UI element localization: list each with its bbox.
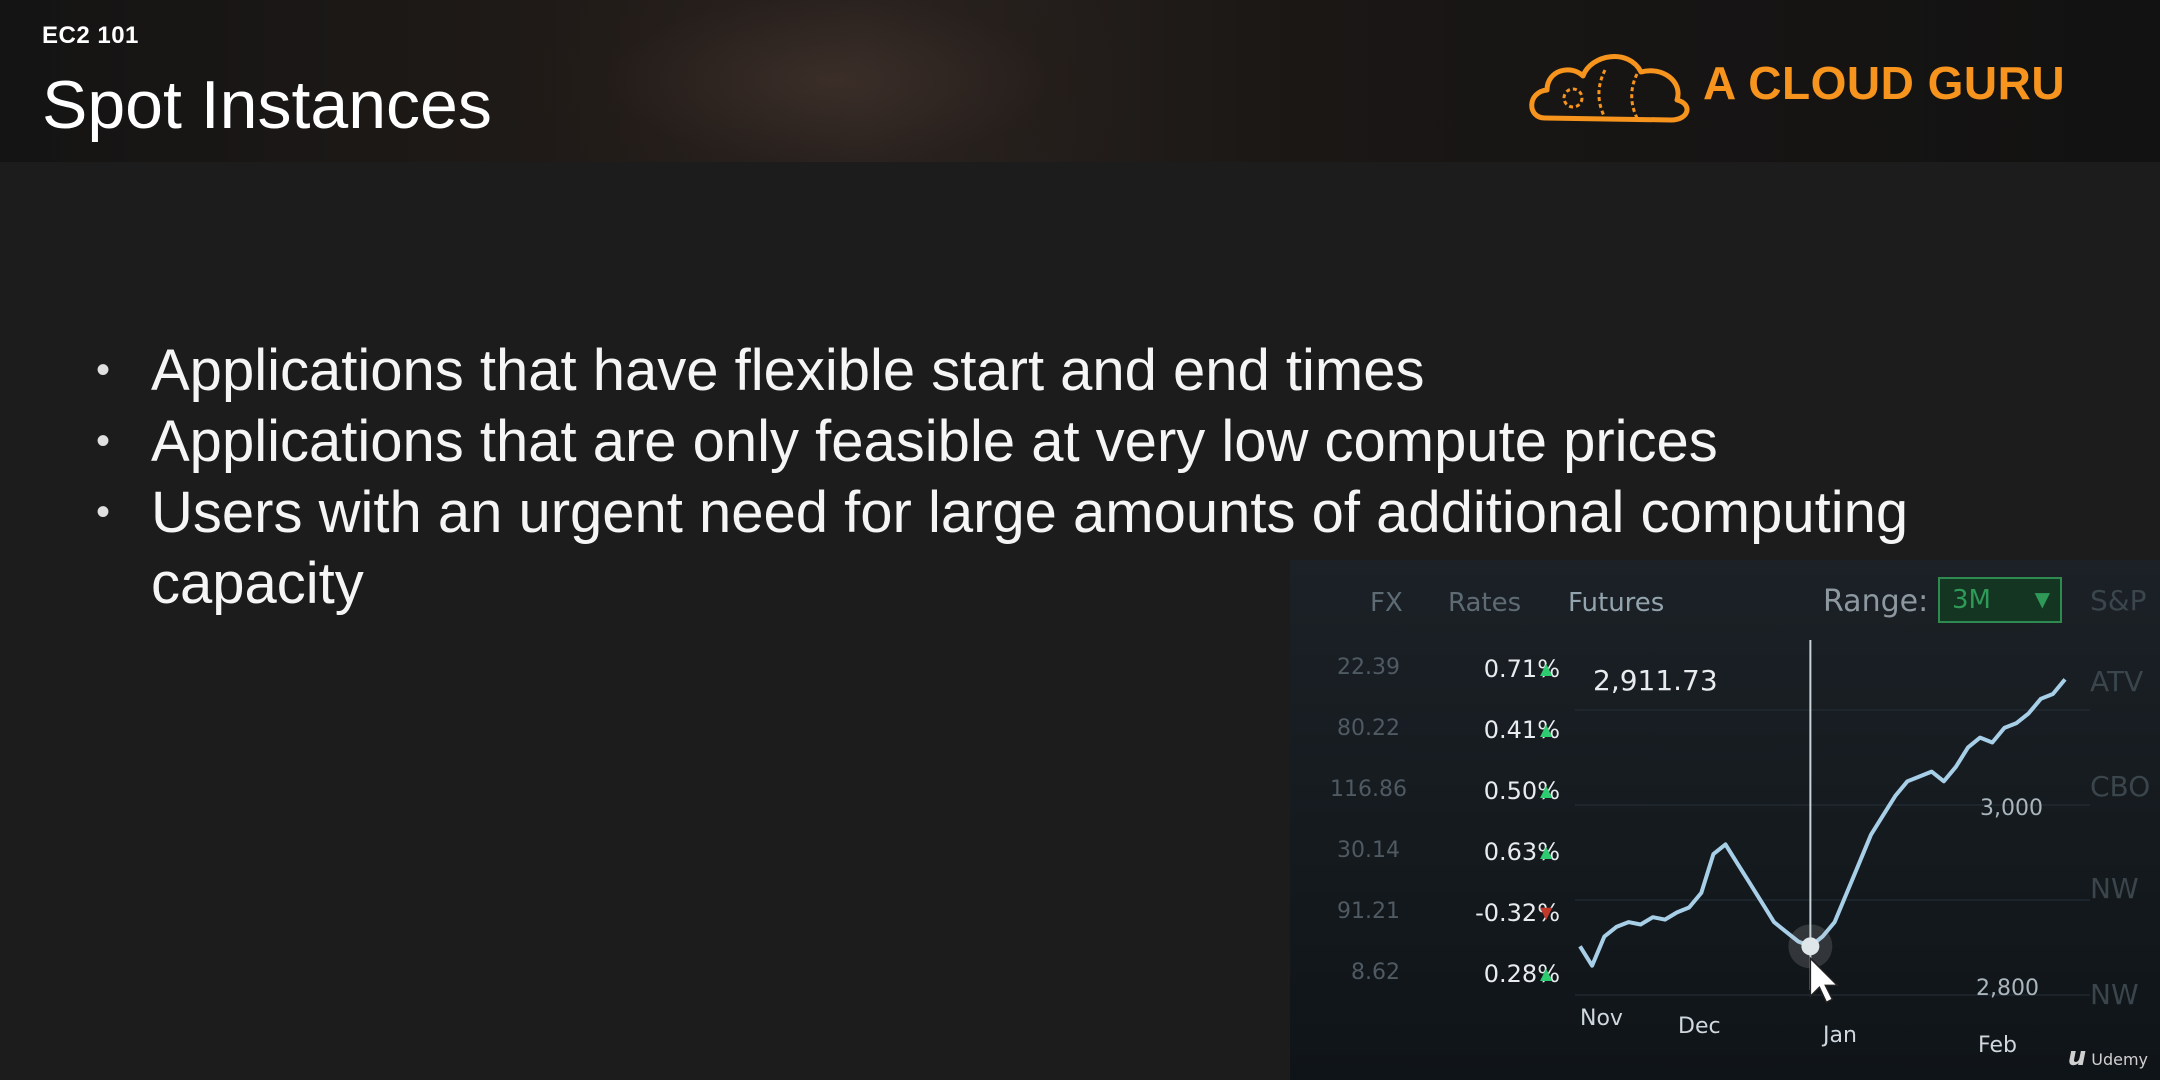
- bullet-dot-icon: •: [96, 348, 111, 392]
- background-presenter-image: [520, 0, 1140, 162]
- bullet-item: • Applications that are only feasible at …: [96, 406, 2046, 477]
- y-tick-label: 3,000: [1980, 796, 2043, 821]
- bullet-item: • Applications that have flexible start a…: [96, 335, 2046, 406]
- x-tick-label: Nov: [1580, 1006, 1623, 1031]
- udemy-logo-icon: u: [2067, 1042, 2087, 1072]
- bullet-dot-icon: •: [96, 490, 111, 534]
- x-tick-label: Feb: [1978, 1033, 2017, 1058]
- x-tick-label: Jan: [1821, 1023, 1857, 1048]
- x-tick-label: Dec: [1678, 1014, 1721, 1039]
- price-line-chart: Nov Dec Jan Feb 3,000 2,800: [1575, 640, 2090, 1058]
- stock-chart-panel: FX Rates Futures Range: 3M ▼ S&P ATV CBO…: [1290, 560, 2160, 1080]
- udemy-watermark: u Udemy: [2068, 1042, 2148, 1072]
- course-label: EC2 101: [42, 22, 139, 49]
- mouse-pointer-icon: [1809, 956, 1840, 1004]
- brand-name: A CLOUD GURU: [1703, 57, 2066, 109]
- data-point[interactable]: [1801, 937, 1820, 956]
- bullet-text: Applications that have flexible start an…: [151, 338, 1425, 403]
- udemy-text: Udemy: [2091, 1050, 2148, 1069]
- series-line: [1578, 678, 2067, 968]
- bullet-dot-icon: •: [96, 419, 111, 463]
- cloud-logo-icon: [1529, 54, 1690, 123]
- slide-header: EC2 101 Spot Instances A CLOUD GURU: [0, 0, 2160, 162]
- y-tick-label: 2,800: [1976, 976, 2039, 1001]
- slide-title: Spot Instances: [42, 67, 492, 143]
- brand-logo: A CLOUD GURU: [1525, 40, 2115, 130]
- bullet-text: Applications that are only feasible at v…: [151, 409, 1718, 474]
- price-readout: 2,911.73: [1593, 664, 1718, 697]
